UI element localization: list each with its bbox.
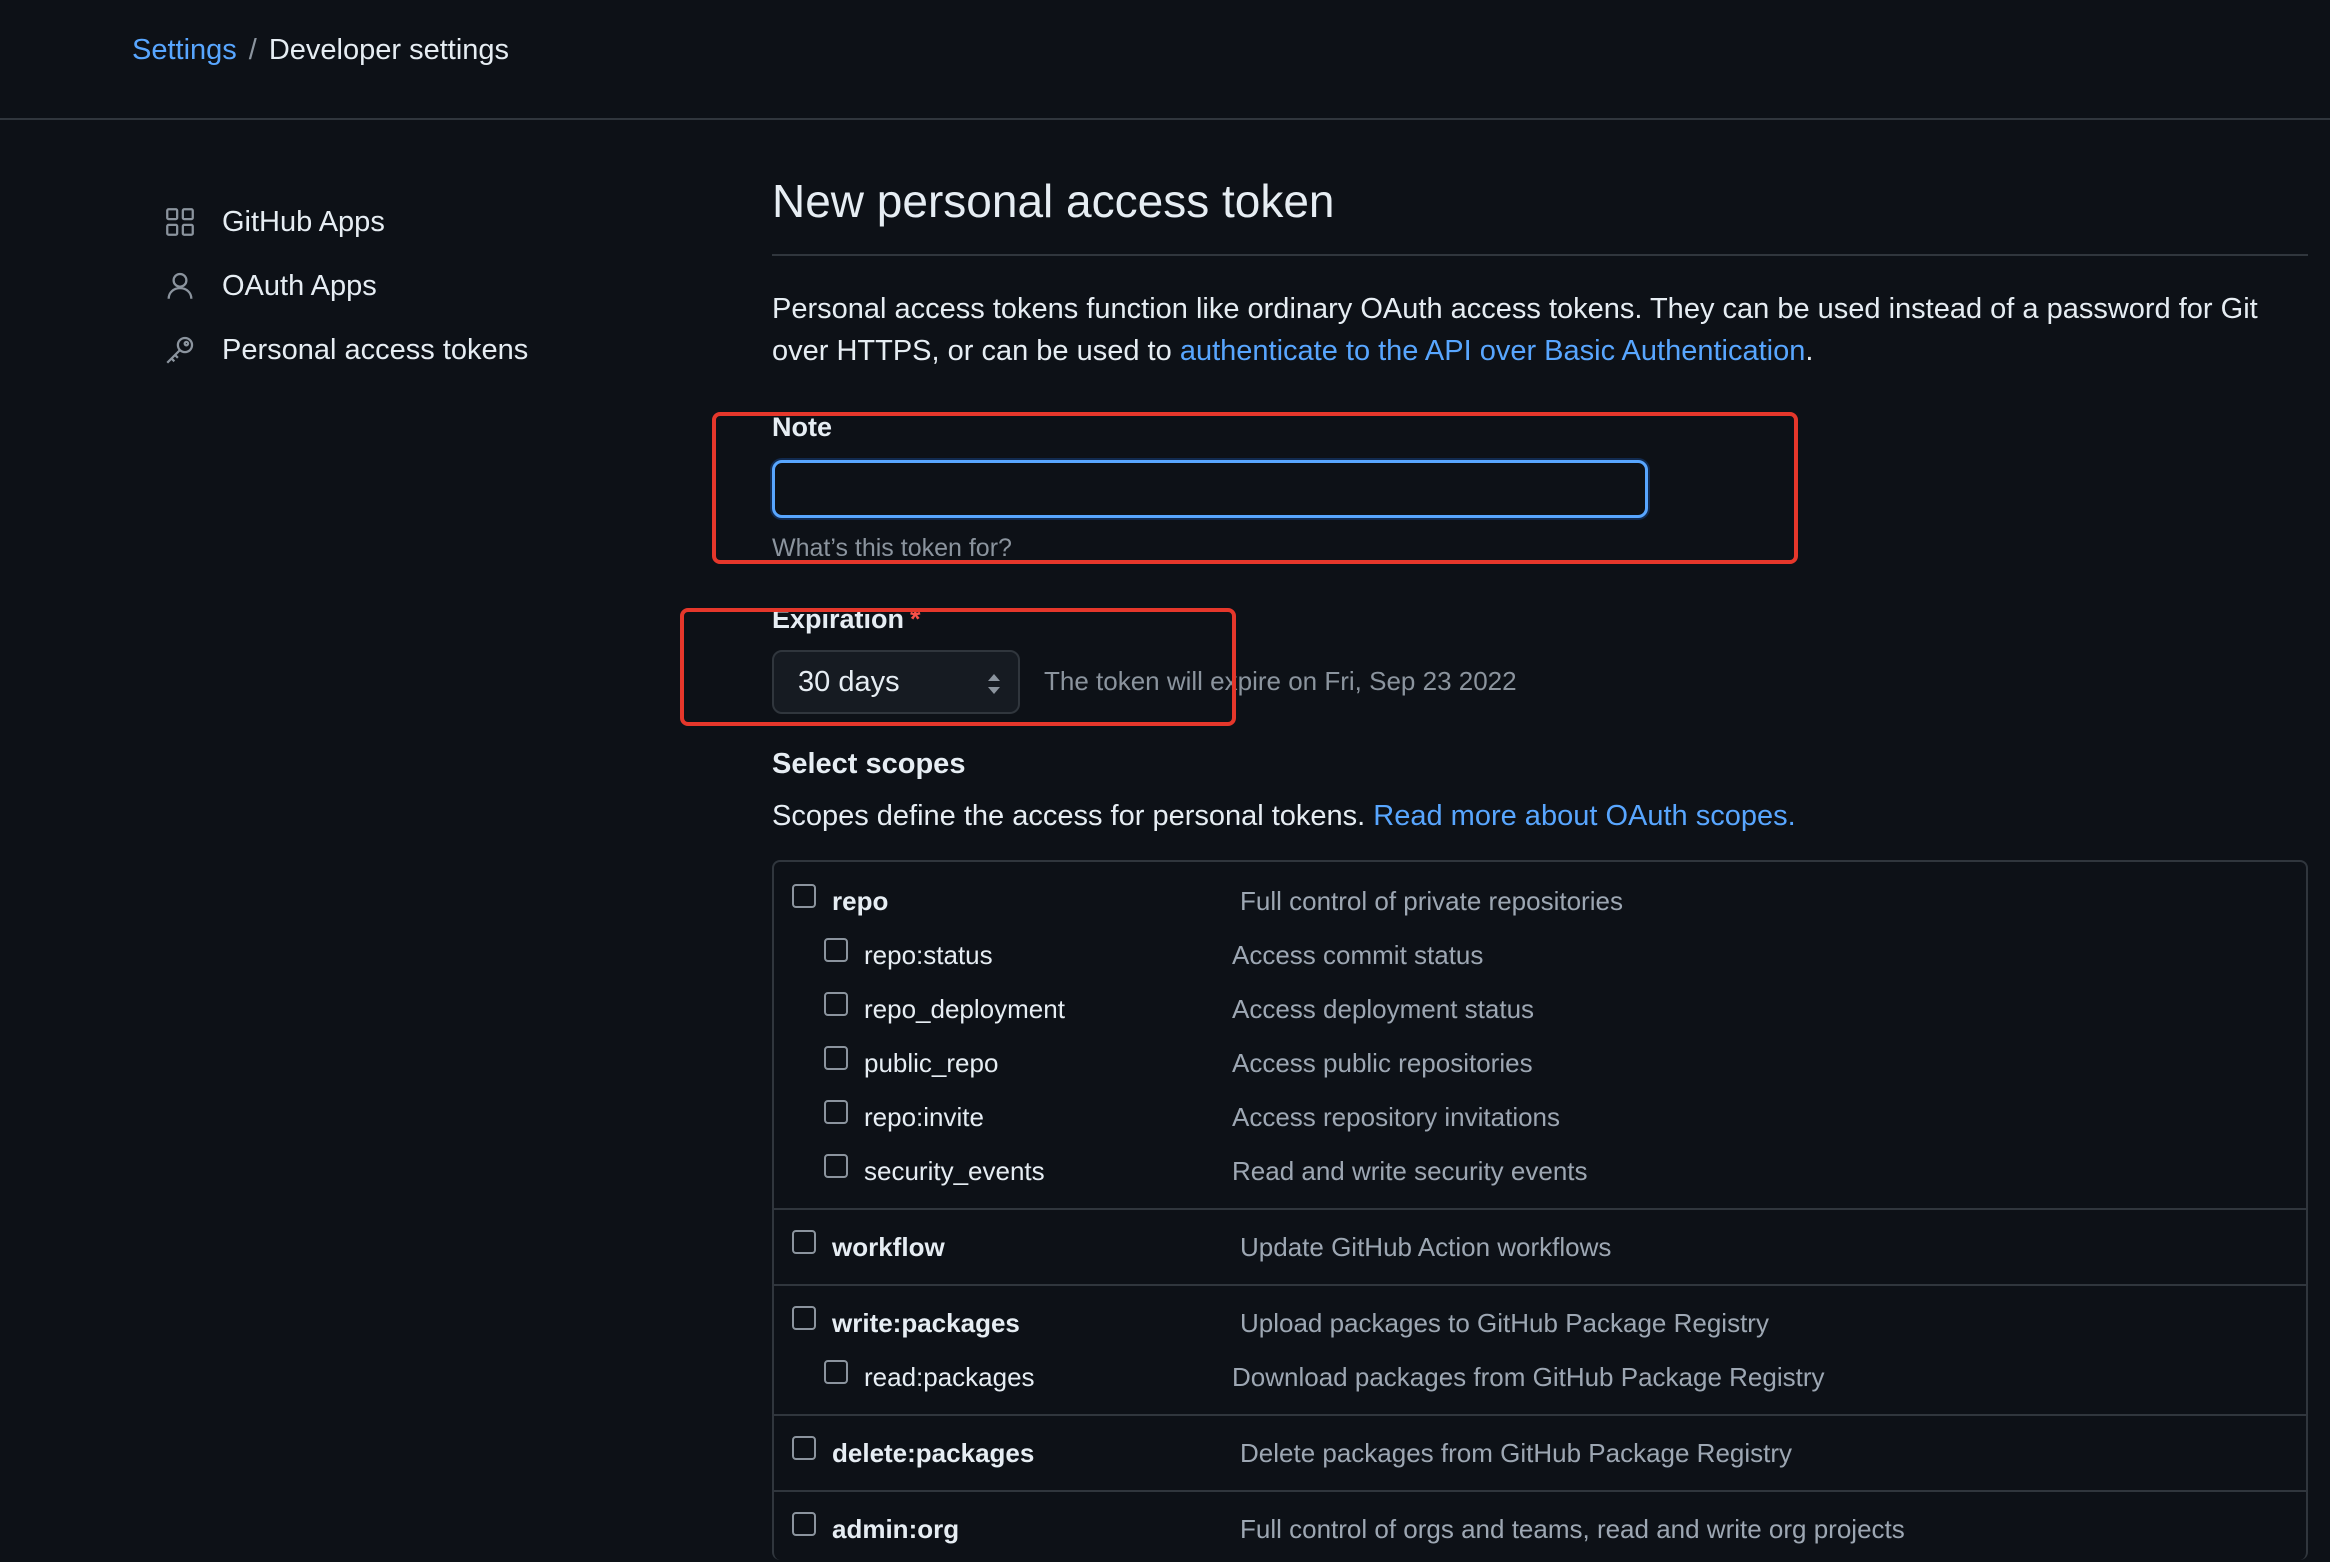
scope-row-read-packages: read:packages Download packages from Git… (774, 1352, 2306, 1406)
scope-checkbox-repo-deployment[interactable] (824, 992, 848, 1016)
intro-text: Personal access tokens function like ord… (772, 288, 2302, 372)
scope-desc: Access deployment status (1232, 994, 1535, 1024)
breadcrumb-settings-link[interactable]: Settings (132, 34, 237, 66)
sidebar-item-label: Personal access tokens (222, 333, 529, 366)
scopes-desc-text: Scopes define the access for personal to… (772, 800, 1374, 832)
scope-row-admin-org: admin:org Full control of orgs and teams… (774, 1504, 2306, 1558)
scope-row-repo: repo Full control of private repositorie… (774, 876, 2306, 930)
page-title: New personal access token (772, 175, 1335, 227)
scope-name: repo:invite (864, 1102, 984, 1132)
person-icon (160, 266, 200, 306)
scope-checkbox-admin-org[interactable] (792, 1512, 816, 1536)
scope-checkbox-repo[interactable] (792, 884, 816, 908)
scopes-list: repo Full control of private repositorie… (772, 860, 2308, 1560)
scope-row-repo-deployment: repo_deployment Access deployment status (774, 984, 2306, 1038)
scope-checkbox-delete-packages[interactable] (792, 1436, 816, 1460)
sidebar: GitHub Apps OAuth Apps Personal access t… (160, 190, 680, 382)
scope-checkbox-write-packages[interactable] (792, 1306, 816, 1330)
scope-name: workflow (832, 1232, 945, 1262)
scope-row-public-repo: public_repo Access public repositories (774, 1038, 2306, 1092)
scope-name: security_events (864, 1156, 1045, 1186)
scope-checkbox-security-events[interactable] (824, 1154, 848, 1178)
breadcrumb-separator: / (248, 34, 257, 66)
basic-auth-link[interactable]: authenticate to the API over Basic Authe… (1180, 335, 1806, 367)
scope-name: repo (832, 886, 889, 916)
scope-group-delete-packages: delete:packages Delete packages from Git… (774, 1416, 2306, 1492)
scope-name: write:packages (832, 1308, 1020, 1338)
scope-row-workflow: workflow Update GitHub Action workflows (774, 1222, 2306, 1276)
scope-name: repo_deployment (864, 994, 1065, 1024)
scope-group-repo: repo Full control of private repositorie… (774, 862, 2306, 1210)
scope-desc: Access commit status (1232, 940, 1484, 970)
scope-desc: Update GitHub Action workflows (1240, 1232, 1612, 1262)
scope-row-repo-status: repo:status Access commit status (774, 930, 2306, 984)
scope-checkbox-repo-status[interactable] (824, 938, 848, 962)
scope-desc: Upload packages to GitHub Package Regist… (1240, 1308, 1769, 1338)
scope-checkbox-workflow[interactable] (792, 1230, 816, 1254)
apps-grid-icon (160, 202, 200, 242)
breadcrumb: Settings / Developer settings (132, 30, 509, 70)
scope-row-security-events: security_events Read and write security … (774, 1146, 2306, 1200)
scope-row-repo-invite: repo:invite Access repository invitation… (774, 1092, 2306, 1146)
scope-desc: Delete packages from GitHub Package Regi… (1240, 1438, 1793, 1468)
breadcrumb-current: Developer settings (268, 34, 510, 66)
intro-end: . (1805, 335, 1814, 367)
sidebar-item-label: GitHub Apps (222, 205, 385, 238)
scope-name: public_repo (864, 1048, 999, 1078)
scope-group-write-packages: write:packages Upload packages to GitHub… (774, 1286, 2306, 1416)
scope-group-workflow: workflow Update GitHub Action workflows (774, 1210, 2306, 1286)
scope-desc: Download packages from GitHub Package Re… (1232, 1362, 1825, 1392)
oauth-scopes-link[interactable]: Read more about OAuth scopes. (1373, 800, 1795, 832)
scope-checkbox-read-packages[interactable] (824, 1360, 848, 1384)
key-icon (160, 330, 200, 370)
scope-group-admin-org: admin:org Full control of orgs and teams… (774, 1492, 2306, 1562)
scope-desc: Full control of orgs and teams, read and… (1240, 1514, 1905, 1544)
sidebar-item-github-apps[interactable]: GitHub Apps (160, 190, 680, 254)
scope-row-write-packages: write:packages Upload packages to GitHub… (774, 1298, 2306, 1352)
scope-desc: Read and write security events (1232, 1156, 1588, 1186)
scope-name: admin:org (832, 1514, 960, 1544)
sidebar-item-oauth-apps[interactable]: OAuth Apps (160, 254, 680, 318)
scope-desc: Full control of private repositories (1240, 886, 1623, 916)
scope-desc: Access repository invitations (1232, 1102, 1561, 1132)
scopes-title: Select scopes (772, 748, 966, 780)
scope-name: read:packages (864, 1362, 1035, 1392)
scope-checkbox-public-repo[interactable] (824, 1046, 848, 1070)
annotation-box-note (712, 412, 1798, 564)
top-bar: Settings / Developer settings (0, 0, 2330, 120)
scopes-description: Scopes define the access for personal to… (772, 800, 1796, 833)
scope-name: repo:status (864, 940, 993, 970)
scope-checkbox-repo-invite[interactable] (824, 1100, 848, 1124)
scope-row-delete-packages: delete:packages Delete packages from Git… (774, 1428, 2306, 1482)
scope-name: delete:packages (832, 1438, 1035, 1468)
annotation-box-expiration (680, 608, 1236, 726)
scope-desc: Access public repositories (1232, 1048, 1533, 1078)
sidebar-item-label: OAuth Apps (222, 269, 377, 302)
title-divider (772, 254, 2308, 256)
sidebar-item-personal-access-tokens[interactable]: Personal access tokens (160, 318, 680, 382)
